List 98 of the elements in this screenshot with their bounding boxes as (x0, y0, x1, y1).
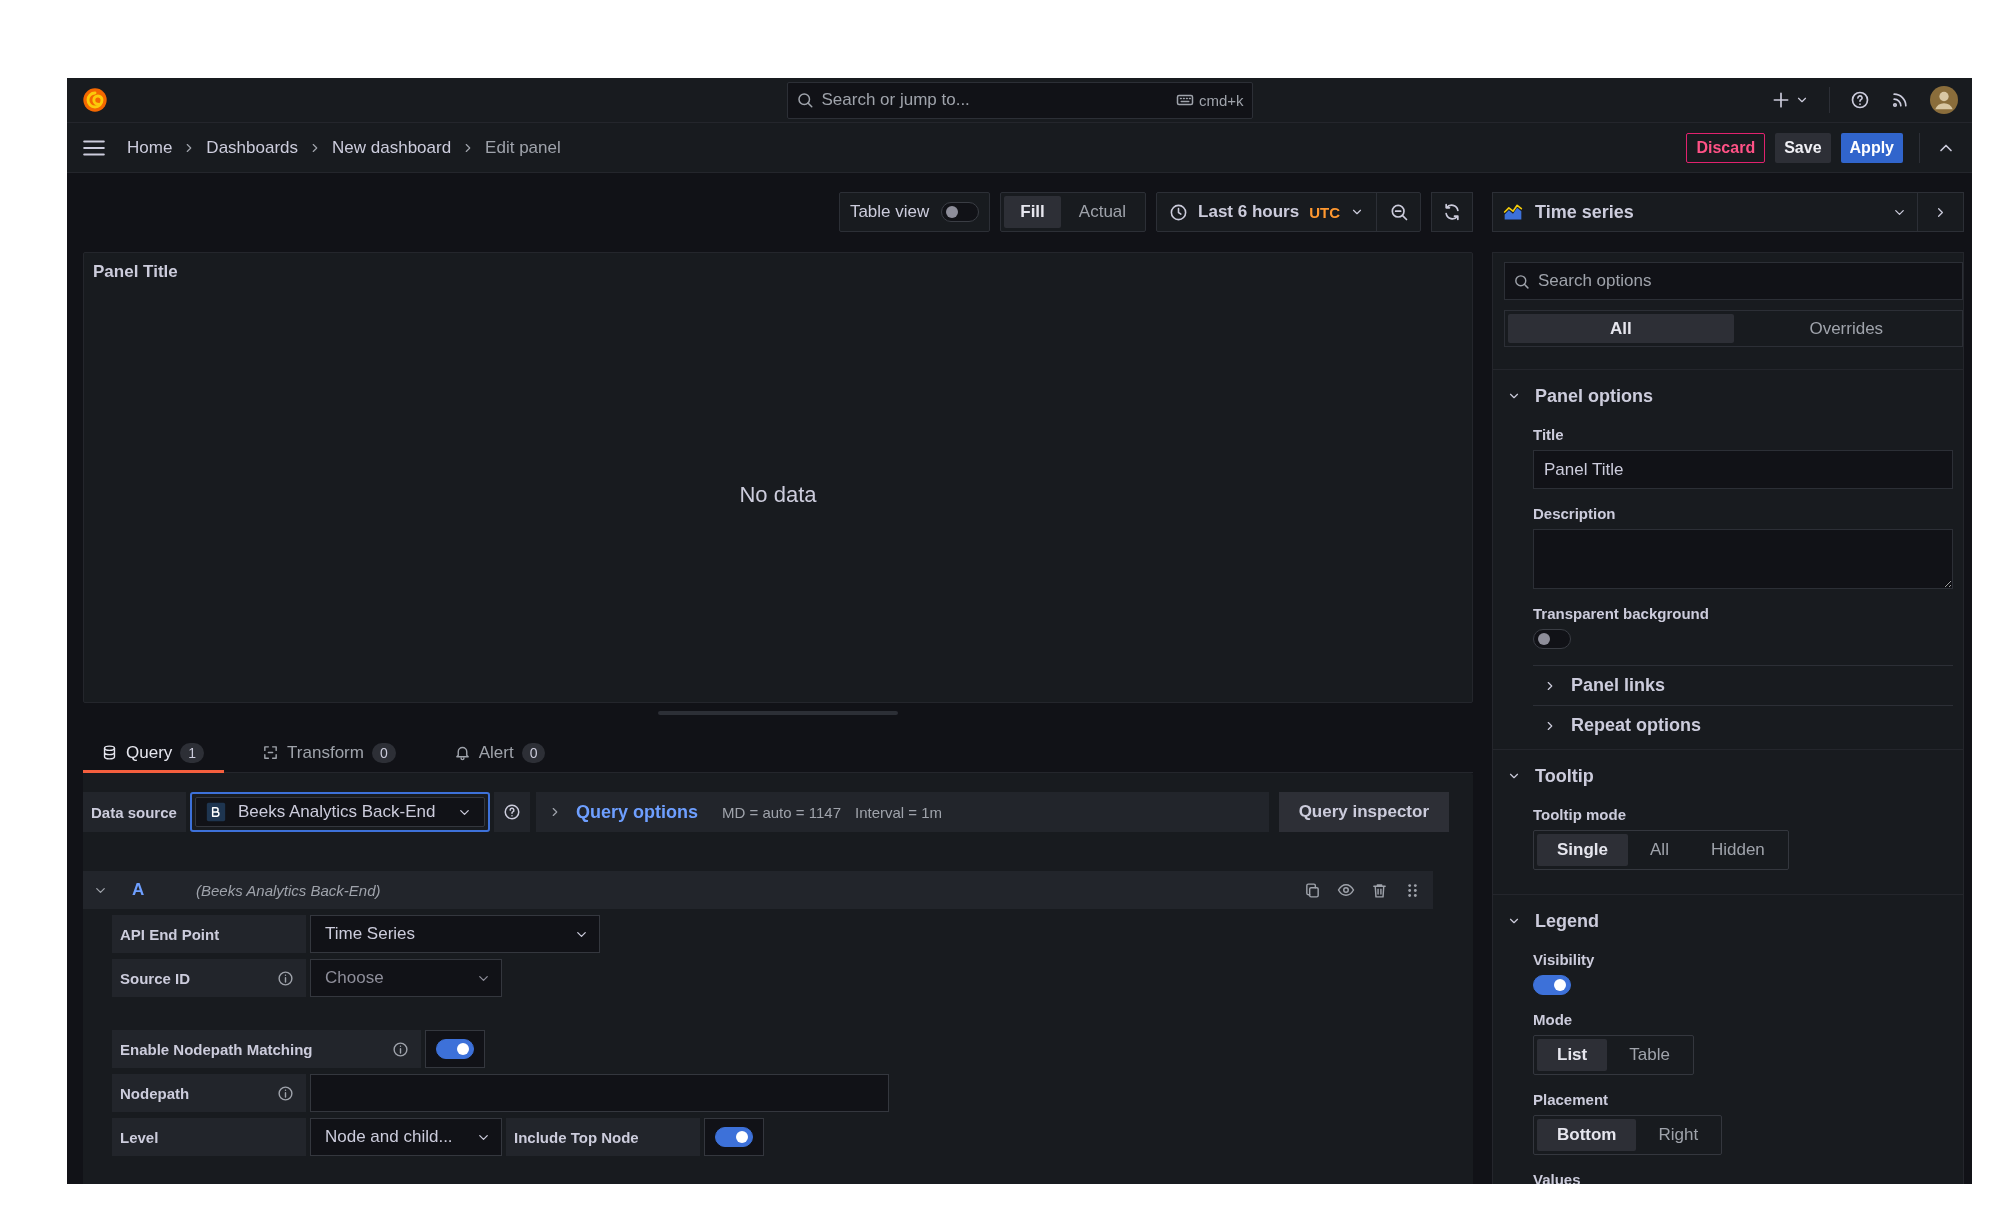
time-range-picker[interactable]: Last 6 hours UTC (1157, 193, 1376, 231)
database-icon (101, 744, 118, 761)
input-field[interactable] (310, 1074, 889, 1112)
data-source-label: Data source (83, 792, 186, 832)
visibility-button[interactable] (1337, 881, 1355, 899)
count-badge: 0 (521, 742, 546, 763)
help-icon (1850, 90, 1870, 110)
option-label: Tooltip mode (1533, 806, 1628, 823)
data-source-select[interactable]: Beeks Analytics Back-End (190, 792, 490, 832)
option-label: Transparent background (1533, 605, 1710, 622)
options-tab[interactable]: Overrides (1733, 314, 1959, 343)
editor-tab[interactable]: Transform 0 (244, 735, 416, 773)
options-tab[interactable]: All (1508, 314, 1734, 343)
editor-tab[interactable]: Alert 0 (435, 735, 566, 773)
count-badge: 1 (180, 742, 205, 763)
copy-icon (1304, 881, 1321, 899)
search-input[interactable]: Search options (1538, 271, 1954, 291)
help-button[interactable] (1850, 90, 1870, 110)
add-button[interactable] (1771, 90, 1809, 110)
fill-mode-option[interactable]: Actual (1062, 196, 1143, 228)
section-header[interactable]: Legend (1507, 907, 1599, 935)
help-button[interactable] (494, 792, 530, 832)
max-data-points: MD = auto = 1147 (722, 803, 841, 821)
section-header[interactable]: Tooltip (1507, 762, 1594, 790)
section-header[interactable]: Panel options (1507, 382, 1653, 410)
radio-option[interactable]: Table (1609, 1039, 1690, 1071)
radio-option[interactable]: Right (1638, 1119, 1719, 1151)
toggle-switch[interactable] (1533, 975, 1571, 995)
query-options-link[interactable]: Query options (576, 801, 698, 823)
category-header[interactable]: Repeat options (1533, 705, 1953, 745)
bell-icon (453, 744, 471, 761)
option-label: Mode (1533, 1011, 1574, 1028)
toggle-switch[interactable] (1533, 629, 1571, 649)
search-field[interactable]: Search or jump to... cmd+k (786, 81, 1253, 119)
info-icon (392, 1040, 409, 1058)
panel-title: Panel Title (93, 262, 178, 282)
radio-option[interactable]: All (1630, 834, 1689, 866)
breadcrumb-link[interactable]: Home (127, 137, 173, 158)
option-label: Description (1533, 505, 1617, 522)
action-button[interactable]: Apply (1840, 132, 1903, 163)
info-icon (277, 1084, 294, 1102)
timezone-label: UTC (1309, 203, 1340, 221)
count-badge: 0 (371, 742, 396, 763)
app-logo[interactable] (81, 86, 109, 114)
query-ref: A (132, 880, 146, 900)
search-icon (795, 91, 814, 109)
refresh-button[interactable] (1431, 192, 1473, 232)
select-field[interactable]: Choose (310, 959, 502, 997)
category-header[interactable]: Panel links (1533, 665, 1953, 705)
radio-option[interactable]: Single (1537, 834, 1628, 866)
select-field[interactable]: Node and child... (310, 1118, 502, 1156)
action-button[interactable]: Discard (1686, 132, 1766, 163)
radio-option[interactable]: List (1537, 1039, 1608, 1071)
toggle-switch[interactable] (715, 1127, 753, 1147)
help-icon (503, 803, 521, 821)
delete-button[interactable] (1371, 881, 1388, 899)
search-field[interactable]: Search options (1504, 262, 1963, 300)
field-label: Level (120, 1128, 159, 1146)
field-label: Enable Nodepath Matching (120, 1040, 313, 1058)
field-label: Include Top Node (514, 1128, 639, 1146)
breadcrumb-link[interactable]: Edit panel (485, 137, 561, 158)
clock-icon (1169, 202, 1189, 222)
search-input[interactable]: Search or jump to... (821, 90, 1168, 110)
refresh-icon (1442, 202, 1462, 222)
toggle-switch[interactable] (941, 202, 980, 222)
interval-label: Interval = 1m (855, 803, 943, 821)
plus-icon (1771, 90, 1791, 110)
breadcrumb-link[interactable]: Dashboards (206, 137, 299, 158)
toggle-switch[interactable] (436, 1039, 474, 1059)
transform-icon (262, 744, 280, 761)
eye-icon (1337, 881, 1355, 899)
field-label: Source ID (120, 969, 191, 987)
field-label: Nodepath (120, 1084, 190, 1102)
rss-icon (1890, 90, 1910, 110)
time-series-icon (1503, 202, 1523, 222)
avatar[interactable] (1930, 86, 1958, 114)
option-label: Placement (1533, 1091, 1610, 1108)
table-view-label: Table view (849, 202, 930, 222)
news-button[interactable] (1890, 90, 1910, 110)
duplicate-button[interactable] (1304, 881, 1321, 899)
option-label: Visibility (1533, 951, 1596, 968)
info-icon (277, 969, 294, 987)
no-data-message: No data (739, 482, 817, 509)
breadcrumb-link[interactable]: New dashboard (332, 137, 452, 158)
action-button[interactable]: Save (1775, 132, 1831, 163)
fill-mode-option[interactable]: Fill (1004, 196, 1061, 228)
trash-icon (1371, 881, 1388, 899)
search-icon (1513, 272, 1530, 290)
query-source: (Beeks Analytics Back-End) (196, 881, 382, 899)
option-label: Title (1533, 426, 1565, 443)
radio-option[interactable]: Hidden (1690, 834, 1785, 866)
radio-option[interactable]: Bottom (1537, 1119, 1637, 1151)
data-source-logo-icon (206, 802, 226, 822)
input-field[interactable]: Panel Title (1533, 450, 1953, 489)
shortcut-label: cmd+k (1198, 91, 1244, 109)
query-inspector-button[interactable]: Query inspector (1278, 792, 1449, 832)
field-label: API End Point (120, 925, 220, 943)
select-field[interactable]: Time Series (310, 915, 600, 953)
